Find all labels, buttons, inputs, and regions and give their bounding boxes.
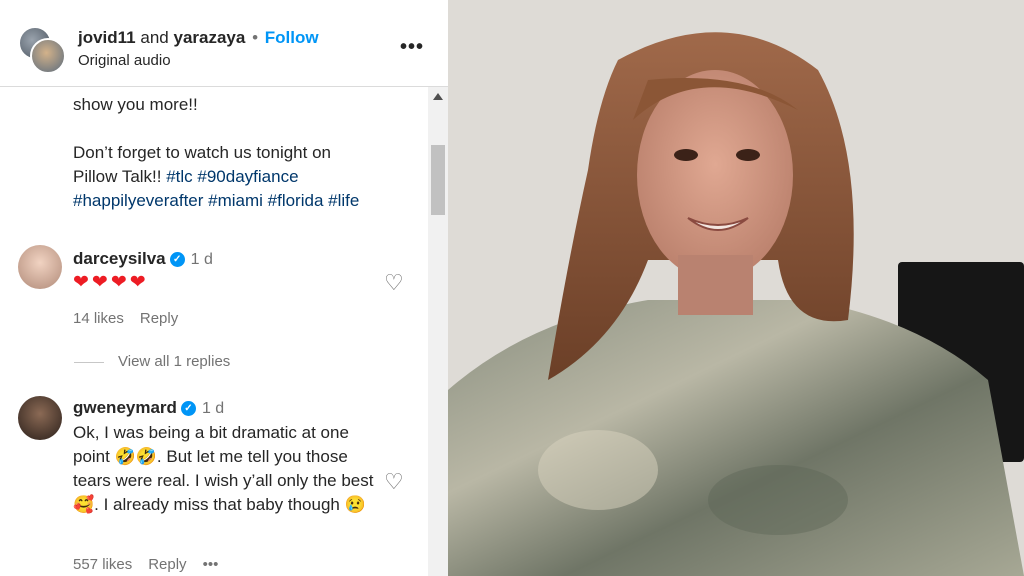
username-text[interactable]: gweneymard (73, 398, 177, 417)
collab-avatars[interactable] (18, 26, 66, 74)
post-header: jovid11 and yarazaya • Follow Original a… (0, 0, 448, 87)
more-options-icon[interactable]: ••• (203, 556, 219, 573)
more-options-icon[interactable]: ••• (400, 36, 424, 59)
verified-badge-icon: ✓ (180, 401, 196, 417)
post-panel: jovid11 and yarazaya • Follow Original a… (0, 0, 448, 576)
caption-line: Don’t forget to watch us tonight on (73, 143, 331, 162)
comment-time: 1 d (190, 251, 213, 268)
comment-time: 1 d (201, 400, 225, 417)
collab-usernames: jovid11 and yarazaya • Follow (78, 28, 319, 48)
separator-dot: • (252, 28, 259, 47)
comment-meta: 557 likes Reply ••• (73, 556, 234, 573)
comment-username[interactable]: darceysilva ✓ 1 d (73, 249, 213, 269)
comment-username[interactable]: gweneymard ✓ 1 d (73, 398, 224, 418)
caption-line: show you more!! (73, 95, 198, 114)
follow-button[interactable]: Follow (265, 28, 319, 47)
audio-link[interactable]: Original audio (78, 52, 171, 69)
reply-button[interactable]: Reply (148, 556, 186, 573)
username-link[interactable]: yarazaya (173, 28, 245, 47)
likes-count[interactable]: 14 likes (73, 310, 124, 327)
reply-button[interactable]: Reply (140, 310, 178, 327)
view-replies-button[interactable]: View all 1 replies (74, 353, 230, 370)
scrollbar-thumb[interactable] (431, 145, 445, 215)
username-text[interactable]: darceysilva (73, 249, 166, 268)
post-caption: show you more!! Don’t forget to watch us… (73, 93, 413, 213)
hashtag-links[interactable]: #tlc #90dayfiance (166, 167, 298, 186)
avatar[interactable] (18, 245, 62, 289)
comments-scroll-area[interactable]: show you more!! Don’t forget to watch us… (0, 87, 428, 576)
woman-photo (448, 0, 1024, 576)
verified-badge-icon: ✓ (169, 252, 185, 268)
scrollbar[interactable] (428, 87, 448, 576)
divider (74, 361, 104, 363)
caption-text: Pillow Talk!! (73, 167, 167, 186)
hashtag-links[interactable]: #happilyeverafter #miami #florida #life (73, 189, 413, 213)
username-link[interactable]: jovid11 (78, 28, 136, 47)
avatar[interactable] (30, 38, 66, 74)
likes-count[interactable]: 557 likes (73, 556, 132, 573)
comment-meta: 14 likes Reply (73, 310, 194, 327)
comment-text: Ok, I was being a bit dramatic at one po… (73, 423, 374, 514)
view-replies-label[interactable]: View all 1 replies (118, 353, 230, 370)
heart-icon[interactable]: ♡ (384, 471, 404, 493)
caption-line: Pillow Talk!! #tlc #90dayfiance (73, 165, 413, 189)
scroll-up-arrow-icon[interactable] (433, 93, 443, 100)
comment-text: ❤❤❤❤ (73, 272, 149, 293)
avatar[interactable] (18, 396, 62, 440)
video-frame[interactable] (448, 0, 1024, 576)
and-text: and (140, 28, 169, 47)
heart-icon[interactable]: ♡ (384, 272, 404, 294)
